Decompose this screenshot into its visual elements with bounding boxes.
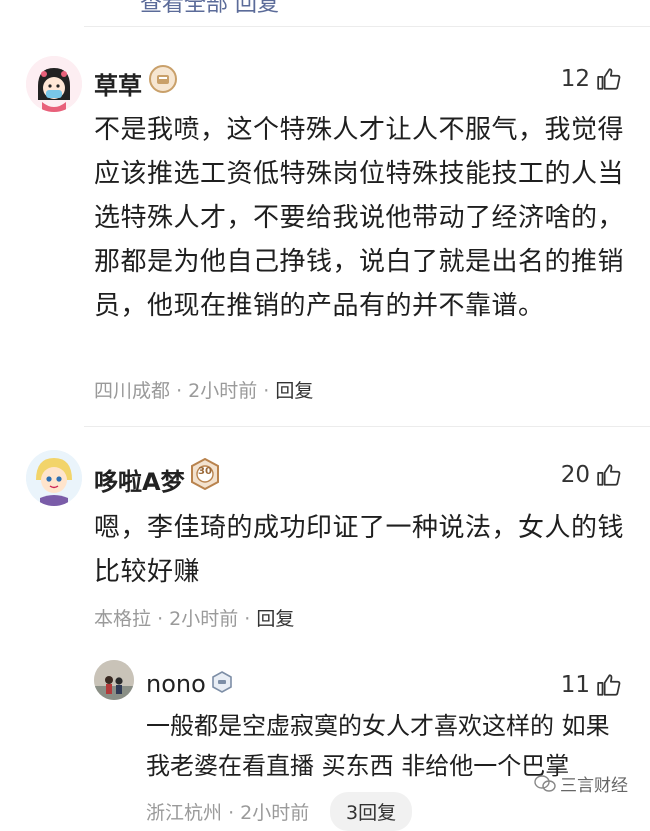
location: 浙江杭州 bbox=[146, 802, 223, 824]
dot-separator: · bbox=[263, 380, 270, 402]
like-count: 11 bbox=[560, 672, 590, 698]
avatar[interactable] bbox=[94, 660, 134, 700]
badge-level-text: 30 bbox=[198, 466, 212, 477]
like-button[interactable]: 20 bbox=[561, 462, 622, 488]
comment-meta: 本格拉 · 2小时前 · 回复 bbox=[94, 604, 294, 631]
dot-separator: · bbox=[228, 802, 235, 824]
view-replies-button[interactable]: 3回复 bbox=[330, 792, 413, 831]
thumbs-up-icon bbox=[597, 674, 621, 696]
divider bbox=[84, 26, 650, 27]
like-count: 20 bbox=[560, 462, 590, 488]
user-level-badge-icon: 30 bbox=[190, 457, 220, 494]
comment-text: 不是我喷，这个特殊人才让人不服气，我觉得应该推选工资低特殊岗位特殊技能技工的人当… bbox=[94, 115, 625, 321]
reply-button[interactable]: 回复 bbox=[275, 380, 313, 402]
user-level-badge-icon bbox=[210, 670, 234, 698]
avatar[interactable] bbox=[26, 450, 82, 506]
comment-meta: 四川成都 · 2小时前 · 回复 bbox=[94, 376, 313, 403]
timestamp: 2小时前 bbox=[240, 802, 310, 824]
dot-separator: · bbox=[157, 608, 164, 630]
dot-separator: · bbox=[176, 380, 183, 402]
watermark-text: 三言财经 bbox=[560, 776, 628, 796]
timestamp: 2小时前 bbox=[169, 608, 239, 630]
username[interactable]: nono bbox=[146, 670, 206, 698]
like-button[interactable]: 11 bbox=[561, 672, 622, 698]
doraemon-avatar-icon bbox=[26, 450, 82, 506]
photo-avatar-icon bbox=[94, 660, 134, 700]
cartoon-girl-avatar-icon bbox=[26, 56, 82, 112]
watermark: 三言财经 bbox=[534, 771, 628, 796]
username[interactable]: 草草 bbox=[94, 66, 142, 101]
location: 四川成都 bbox=[94, 380, 171, 402]
like-count: 12 bbox=[560, 66, 590, 92]
reply-meta: 浙江杭州 · 2小时前 bbox=[146, 798, 309, 825]
username[interactable]: 哆啦A梦 bbox=[94, 462, 185, 497]
reply-button[interactable]: 回复 bbox=[256, 608, 294, 630]
like-button[interactable]: 12 bbox=[561, 66, 622, 92]
divider bbox=[84, 426, 650, 427]
user-level-badge-icon bbox=[148, 64, 178, 98]
dot-separator: · bbox=[244, 608, 251, 630]
thumbs-up-icon bbox=[597, 464, 621, 486]
thumbs-up-icon bbox=[597, 68, 621, 90]
location: 本格拉 bbox=[94, 608, 152, 630]
comment-text: 嗯，李佳琦的成功印证了一种说法，女人的钱比较好赚 bbox=[94, 513, 625, 587]
wechat-icon bbox=[534, 774, 556, 792]
avatar[interactable] bbox=[26, 56, 82, 112]
timestamp: 2小时前 bbox=[188, 380, 258, 402]
view-all-replies-link[interactable]: 查看全部 回复 bbox=[140, 0, 279, 18]
